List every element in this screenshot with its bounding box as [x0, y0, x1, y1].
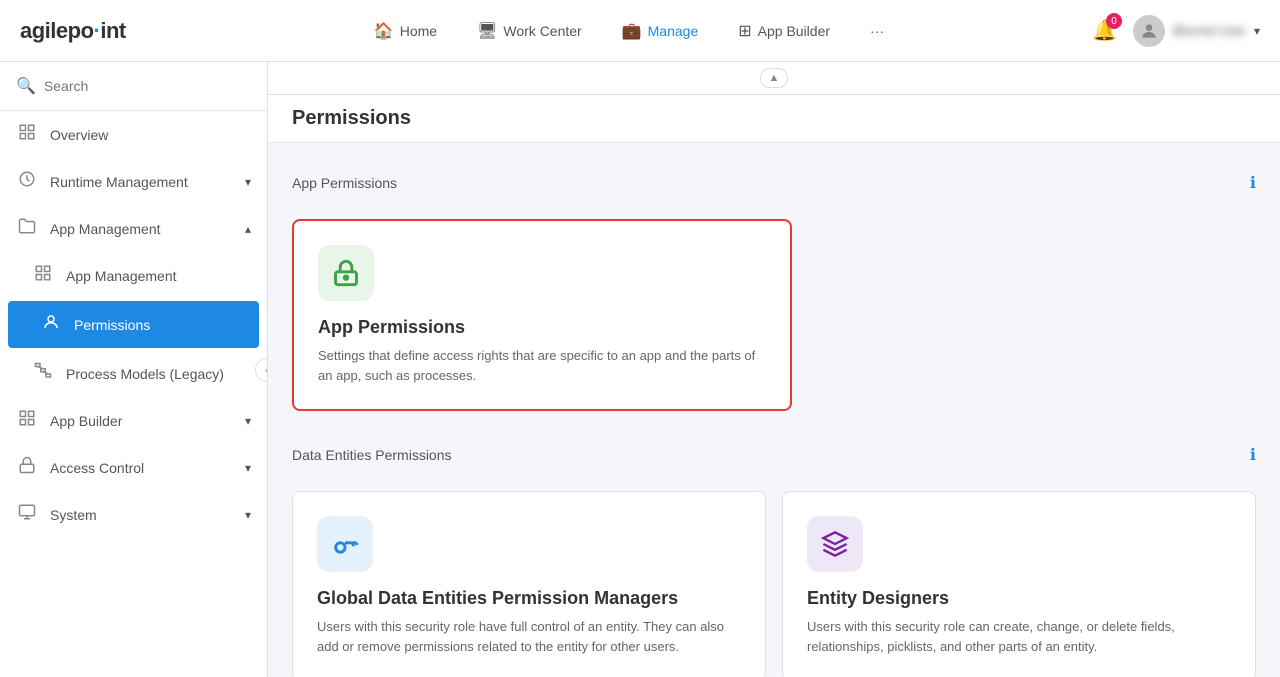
nav-home[interactable]: 🏠 Home — [358, 13, 453, 49]
entity-designers-card[interactable]: Entity Designers Users with this securit… — [782, 491, 1256, 677]
sidebar-label-app-management-parent: App Management — [50, 221, 233, 237]
lock-sidebar-icon — [16, 456, 38, 479]
monitor-icon: 🖥 — [477, 21, 497, 41]
avatar — [1133, 15, 1165, 47]
data-entities-section-label: Data Entities Permissions — [292, 447, 452, 463]
sidebar-label-runtime: Runtime Management — [50, 174, 233, 190]
main-content: ▲ Permissions App Permissions ℹ — [268, 62, 1280, 677]
content-area: App Permissions ℹ App Permissions Settin… — [268, 143, 1280, 677]
sidebar-label-permissions: Permissions — [74, 317, 243, 333]
user-menu[interactable]: Blurred User ▾ — [1133, 15, 1260, 47]
logo-text: agilepo·int — [20, 18, 126, 44]
logo[interactable]: agilepo·int — [20, 18, 126, 44]
top-nav: agilepo·int 🏠 Home 🖥 Work Center 💼 Manag… — [0, 0, 1280, 62]
nav-more[interactable]: ··· — [854, 15, 900, 47]
chevron-system-icon: ▾ — [245, 508, 251, 522]
nav-right: 🔔 0 Blurred User ▾ — [1092, 15, 1260, 47]
nav-manage-label: Manage — [648, 23, 699, 39]
app-permissions-card-desc: Settings that define access rights that … — [318, 346, 766, 385]
more-icon: ··· — [870, 23, 884, 39]
sidebar-item-app-builder[interactable]: App Builder ▾ — [0, 397, 267, 444]
sidebar-label-system: System — [50, 507, 233, 523]
chevron-app-management-icon: ▴ — [245, 222, 251, 236]
sidebar-item-app-management-parent[interactable]: App Management ▴ — [0, 205, 267, 252]
sidebar-item-runtime[interactable]: Runtime Management ▾ — [0, 158, 267, 205]
entity-designers-card-title: Entity Designers — [807, 588, 1231, 609]
entity-icon-wrapper — [807, 516, 863, 572]
page-header: Permissions — [268, 95, 1280, 143]
bell-badge: 0 — [1106, 13, 1122, 29]
nav-home-label: Home — [400, 23, 437, 39]
entity-designers-card-desc: Users with this security role can create… — [807, 617, 1231, 656]
notifications-bell[interactable]: 🔔 0 — [1092, 18, 1117, 43]
chevron-access-control-icon: ▾ — [245, 461, 251, 475]
overview-icon — [16, 123, 38, 146]
briefcase-icon: 💼 — [622, 21, 642, 41]
nav-work-center[interactable]: 🖥 Work Center — [461, 13, 598, 49]
app-permissions-section-header: App Permissions ℹ — [292, 163, 1256, 203]
global-data-card-desc: Users with this security role have full … — [317, 617, 741, 656]
page-title: Permissions — [292, 107, 1256, 142]
main-layout: 🔍 Overview Runtime Management ▾ App Mana… — [0, 62, 1280, 677]
nav-app-builder-label: App Builder — [758, 23, 830, 39]
sidebar-label-process-models: Process Models (Legacy) — [66, 366, 251, 382]
nav-links: 🏠 Home 🖥 Work Center 💼 Manage ⊞ App Buil… — [166, 13, 1092, 49]
hierarchy-icon — [32, 362, 54, 385]
system-icon — [16, 503, 38, 526]
search-input[interactable] — [44, 78, 251, 94]
app-permissions-info-icon[interactable]: ℹ — [1250, 173, 1256, 193]
nav-app-builder[interactable]: ⊞ App Builder — [722, 13, 846, 49]
home-icon: 🏠 — [374, 21, 394, 41]
sidebar-item-system[interactable]: System ▾ — [0, 491, 267, 538]
data-entities-section-header: Data Entities Permissions ℹ — [292, 435, 1256, 475]
clock-icon — [16, 170, 38, 193]
sidebar-label-app-management-child: App Management — [66, 268, 251, 284]
chevron-app-builder-icon: ▾ — [245, 414, 251, 428]
search-box: 🔍 — [0, 62, 267, 111]
data-entities-cards: Global Data Entities Permission Managers… — [292, 491, 1256, 677]
app-permissions-section-label: App Permissions — [292, 175, 397, 191]
grid-small-icon — [32, 264, 54, 287]
folder-icon — [16, 217, 38, 240]
lock-icon-wrapper — [318, 245, 374, 301]
data-entities-info-icon[interactable]: ℹ — [1250, 445, 1256, 465]
global-data-card[interactable]: Global Data Entities Permission Managers… — [292, 491, 766, 677]
app-permissions-cards: App Permissions Settings that define acc… — [292, 219, 1256, 411]
grid-icon: ⊞ — [738, 21, 751, 41]
sidebar-label-app-builder: App Builder — [50, 413, 233, 429]
sidebar-item-access-control[interactable]: Access Control ▾ — [0, 444, 267, 491]
chevron-runtime-icon: ▾ — [245, 175, 251, 189]
collapse-arrow-bar: ▲ — [268, 62, 1280, 95]
person-icon — [40, 313, 62, 336]
sidebar-item-overview[interactable]: Overview — [0, 111, 267, 158]
app-builder-icon — [16, 409, 38, 432]
user-name: Blurred User — [1173, 23, 1246, 38]
nav-work-center-label: Work Center — [503, 23, 581, 39]
collapse-arrow-button[interactable]: ▲ — [760, 68, 788, 88]
sidebar-label-access-control: Access Control — [50, 460, 233, 476]
chevron-down-icon: ▾ — [1254, 24, 1260, 38]
key-icon-wrapper — [317, 516, 373, 572]
global-data-card-title: Global Data Entities Permission Managers — [317, 588, 741, 609]
nav-manage[interactable]: 💼 Manage — [606, 13, 715, 49]
search-icon: 🔍 — [16, 76, 36, 96]
sidebar-item-app-management-child[interactable]: App Management — [0, 252, 267, 299]
app-permissions-card-title: App Permissions — [318, 317, 766, 338]
sidebar-item-permissions[interactable]: Permissions — [8, 301, 259, 348]
app-permissions-card[interactable]: App Permissions Settings that define acc… — [292, 219, 792, 411]
sidebar: 🔍 Overview Runtime Management ▾ App Mana… — [0, 62, 268, 677]
sidebar-item-process-models[interactable]: Process Models (Legacy) — [0, 350, 267, 397]
sidebar-label-overview: Overview — [50, 127, 251, 143]
